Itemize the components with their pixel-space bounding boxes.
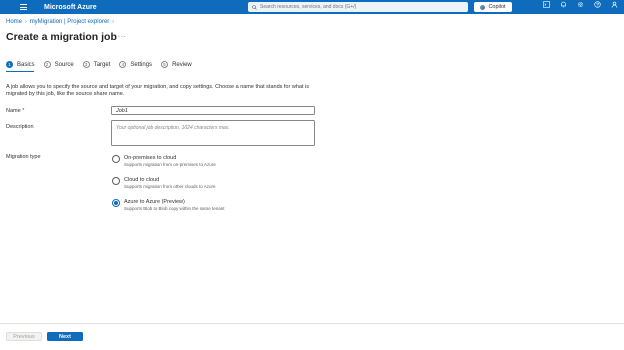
step-number: 3: [82, 61, 90, 68]
description-label: Description: [6, 124, 34, 130]
tab-target[interactable]: 3 Target: [82, 61, 111, 68]
gear-icon[interactable]: [576, 0, 585, 14]
chevron-right-icon: ›: [25, 19, 27, 25]
option-title: Azure to Azure (Preview): [124, 199, 185, 205]
required-marker: *: [20, 108, 25, 114]
option-title: On-premises to cloud: [124, 155, 177, 161]
step-number: 4: [119, 61, 127, 68]
name-label: Name *: [6, 108, 24, 114]
description-field[interactable]: [111, 120, 315, 146]
name-field[interactable]: [111, 106, 315, 115]
search-icon: [252, 4, 257, 10]
bell-icon[interactable]: [559, 0, 568, 14]
tab-settings[interactable]: 4 Settings: [119, 61, 152, 68]
footer-divider: [0, 323, 624, 324]
radio-azure-to-azure[interactable]: Azure to Azure (Preview) Supports Blob t…: [112, 199, 225, 212]
tab-basics[interactable]: 1 Basics: [6, 61, 35, 68]
option-title: Cloud to cloud: [124, 177, 160, 183]
feedback-icon[interactable]: [610, 0, 619, 14]
help-icon[interactable]: [593, 0, 602, 14]
radio-circle-icon[interactable]: [112, 155, 120, 163]
copilot-label: Copilot: [488, 4, 506, 10]
name-label-text: Name: [6, 108, 21, 114]
active-tab-indicator: [6, 71, 34, 73]
next-button[interactable]: Next: [47, 332, 83, 341]
wizard-steps: 1 Basics 2 Source 3 Target 4 Settings 5 …: [6, 61, 201, 68]
migration-type-label: Migration type: [6, 154, 41, 160]
step-number: 1: [6, 61, 13, 68]
more-options-icon[interactable]: ...: [118, 32, 127, 39]
step-label: Review: [172, 61, 192, 68]
step-label: Source: [54, 61, 74, 68]
tab-source[interactable]: 2 Source: [43, 61, 74, 68]
tab-review[interactable]: 5 Review: [161, 61, 192, 68]
copilot-button[interactable]: Copilot: [474, 2, 512, 12]
radio-cloud-to-cloud[interactable]: Cloud to cloud Supports migration from o…: [112, 177, 216, 190]
breadcrumb-project-explorer[interactable]: myMigration | Project explorer: [30, 19, 110, 25]
option-subtitle: Supports migration from other clouds to …: [124, 184, 216, 189]
option-subtitle: Supports migration from on-premises to A…: [124, 162, 216, 167]
search-box[interactable]: [248, 2, 468, 12]
radio-circle-icon[interactable]: [112, 177, 120, 185]
terminal-icon[interactable]: [542, 0, 551, 14]
breadcrumb: Home › myMigration | Project explorer ›: [6, 19, 117, 25]
intro-text: A job allows you to specify the source a…: [6, 84, 309, 97]
step-number: 2: [43, 61, 51, 68]
search-input[interactable]: [260, 4, 460, 10]
option-subtitle: Supports Blob to Blob copy within the sa…: [124, 206, 225, 211]
step-label: Settings: [130, 61, 153, 68]
breadcrumb-home[interactable]: Home: [6, 19, 22, 25]
chevron-right-icon: ›: [112, 19, 114, 25]
step-label: Target: [93, 61, 111, 68]
menu-icon[interactable]: [20, 0, 36, 14]
brand-title[interactable]: Microsoft Azure: [44, 4, 97, 11]
step-number: 5: [161, 61, 169, 68]
previous-button[interactable]: Previous: [6, 332, 42, 341]
copilot-icon: [480, 4, 486, 10]
radio-on-premises-to-cloud[interactable]: On-premises to cloud Supports migration …: [112, 155, 216, 168]
step-label: Basics: [17, 61, 35, 68]
topbar-icons: [542, 0, 619, 14]
page-title: Create a migration job: [6, 31, 117, 43]
radio-selected-icon[interactable]: [112, 199, 120, 207]
